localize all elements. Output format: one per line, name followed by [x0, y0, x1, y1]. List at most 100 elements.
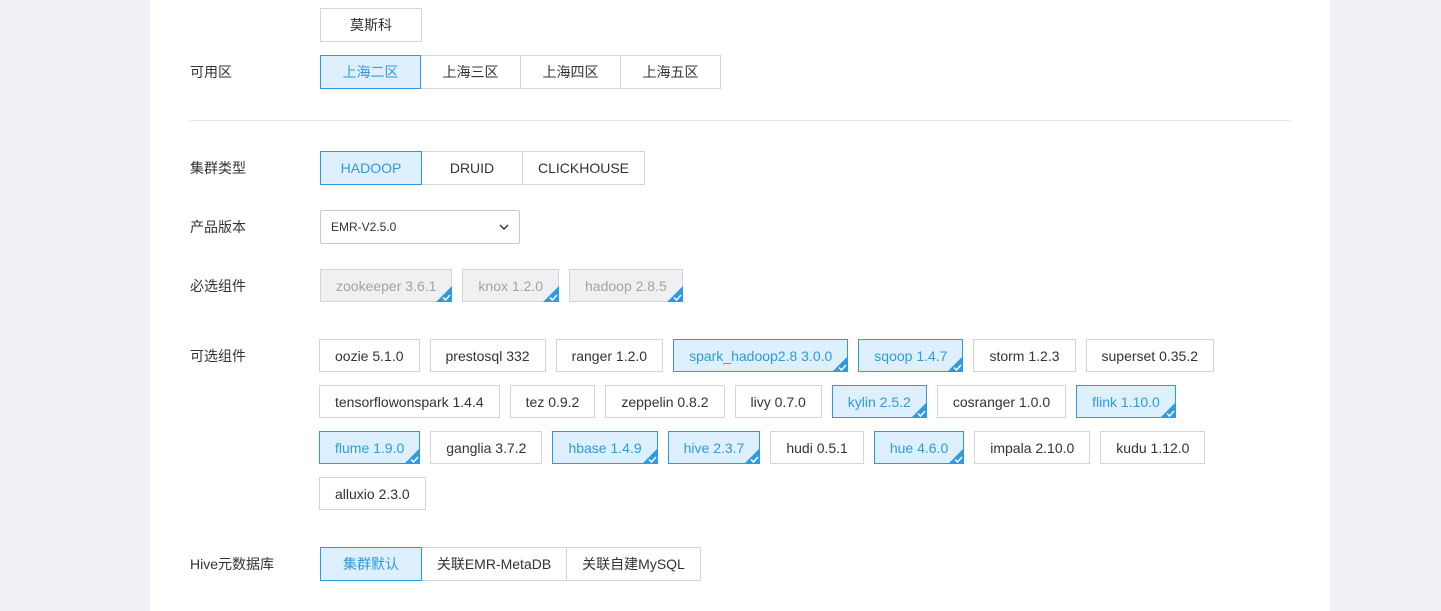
hive-meta-mysql[interactable]: 关联自建MySQL: [566, 547, 701, 581]
optional-component-chip[interactable]: spark_hadoop2.8 3.0.0: [673, 339, 849, 372]
hive-meta-label: Hive元数据库: [190, 556, 275, 572]
cluster-type-label: 集群类型: [190, 160, 246, 176]
optional-component-chip[interactable]: alluxio 2.3.0: [319, 477, 426, 510]
component-label: cosranger 1.0.0: [952, 393, 1051, 410]
component-label: storm 1.2.3: [989, 347, 1060, 364]
component-label: tez 0.9.2: [525, 393, 580, 410]
component-label: hue 4.6.0: [889, 439, 949, 456]
zone-label: 可用区: [190, 64, 232, 80]
region-option-label: 莫斯科: [350, 17, 392, 33]
check-corner-icon: [947, 356, 964, 372]
zone-option-4[interactable]: 上海五区: [620, 55, 721, 89]
zone-option-label: 上海四区: [542, 64, 599, 80]
check-corner-icon: [404, 448, 421, 464]
component-label: zeppelin 0.8.2: [621, 393, 709, 410]
optional-row: tensorflowonspark 1.4.4 tez 0.9.2 zeppelin…: [319, 385, 1186, 418]
optional-component-chip[interactable]: hudi 0.5.1: [770, 431, 864, 464]
component-label: livy 0.7.0: [750, 393, 806, 410]
component-label: ranger 1.2.0: [571, 347, 648, 364]
optional-component-chip[interactable]: livy 0.7.0: [734, 385, 822, 418]
optional-component-chip[interactable]: superset 0.35.2: [1085, 339, 1215, 372]
check-corner-icon: [543, 286, 560, 302]
check-corner-icon: [832, 356, 849, 372]
optional-component-chip[interactable]: impala 2.10.0: [974, 431, 1091, 464]
cluster-type-option-label: HADOOP: [340, 160, 402, 176]
component-label: alluxio 2.3.0: [335, 485, 410, 502]
check-corner-icon: [641, 448, 658, 464]
component-label: ganglia 3.7.2: [446, 439, 527, 456]
required-component-chip: hadoop 2.8.5: [569, 269, 683, 302]
check-corner-icon: [436, 286, 453, 302]
component-label: superset 0.35.2: [1101, 347, 1199, 364]
optional-component-chip[interactable]: sqoop 1.4.7: [858, 339, 964, 372]
optional-component-chip[interactable]: ranger 1.2.0: [555, 339, 664, 372]
required-components: zookeeper 3.6.1 knox 1.2.0 hadoop 2.8.5: [320, 269, 693, 302]
check-corner-icon: [910, 402, 927, 418]
optional-component-chip[interactable]: hue 4.6.0: [873, 431, 965, 464]
optional-component-chip[interactable]: zeppelin 0.8.2: [605, 385, 725, 418]
optional-component-chip[interactable]: tensorflowonspark 1.4.4: [319, 385, 500, 418]
check-corner-icon: [1159, 402, 1176, 418]
chevron-down-icon: [499, 222, 509, 232]
hive-meta-segmented: 集群默认 关联EMR-MetaDB 关联自建MySQL: [320, 547, 701, 581]
config-panel: 莫斯科 可用区 上海二区 上海三区 上海四区 上海五区 集群类型 HADOOP …: [150, 0, 1330, 611]
optional-row: flume 1.9.0 ganglia 3.7.2 hbase 1.4.9 hive …: [319, 431, 1215, 464]
hive-meta-default[interactable]: 集群默认: [320, 547, 422, 581]
section-divider: [190, 120, 1290, 121]
optional-component-chip[interactable]: prestosql 332: [429, 339, 546, 372]
optional-component-chip[interactable]: flink 1.10.0: [1076, 385, 1176, 418]
zone-option-label: 上海三区: [442, 64, 499, 80]
cluster-type-option-label: CLICKHOUSE: [537, 160, 630, 176]
component-label: spark_hadoop2.8 3.0.0: [689, 347, 833, 364]
optional-row: oozie 5.1.0 prestosql 332 ranger 1.2.0 spar…: [319, 339, 1224, 372]
required-component-chip: knox 1.2.0: [462, 269, 560, 302]
component-label: sqoop 1.4.7: [874, 347, 948, 364]
component-label: zookeeper 3.6.1: [336, 277, 437, 294]
optional-row: alluxio 2.3.0: [319, 477, 436, 510]
component-label: knox 1.2.0: [478, 277, 544, 294]
cluster-type-option-label: DRUID: [449, 160, 495, 176]
component-label: hadoop 2.8.5: [585, 277, 667, 294]
cluster-type-hadoop[interactable]: HADOOP: [320, 151, 422, 185]
optional-component-chip[interactable]: hbase 1.4.9: [552, 431, 658, 464]
zone-option-3[interactable]: 上海四区: [520, 55, 621, 89]
optional-component-chip[interactable]: oozie 5.1.0: [319, 339, 420, 372]
component-label: hbase 1.4.9: [568, 439, 642, 456]
zone-option-1[interactable]: 上海二区: [320, 55, 421, 89]
component-label: tensorflowonspark 1.4.4: [335, 393, 484, 410]
check-corner-icon: [948, 448, 965, 464]
component-label: kylin 2.5.2: [847, 393, 911, 410]
optional-component-chip[interactable]: ganglia 3.7.2: [430, 431, 543, 464]
zone-option-label: 上海二区: [342, 64, 399, 80]
optional-label: 可选组件: [190, 348, 246, 364]
check-corner-icon: [744, 448, 761, 464]
hive-meta-option-label: 关联EMR-MetaDB: [436, 556, 552, 572]
hive-meta-emr-metadb[interactable]: 关联EMR-MetaDB: [421, 547, 567, 581]
component-label: oozie 5.1.0: [335, 347, 404, 364]
component-label: impala 2.10.0: [990, 439, 1075, 456]
required-label: 必选组件: [190, 278, 246, 294]
zone-option-2[interactable]: 上海三区: [420, 55, 521, 89]
version-label: 产品版本: [190, 219, 246, 235]
hive-meta-option-label: 关联自建MySQL: [582, 556, 685, 572]
component-label: hive 2.3.7: [683, 439, 745, 456]
optional-component-chip[interactable]: tez 0.9.2: [509, 385, 596, 418]
zone-segmented: 上海二区 上海三区 上海四区 上海五区: [320, 55, 721, 89]
version-select[interactable]: EMR-V2.5.0: [320, 210, 520, 244]
component-label: prestosql 332: [445, 347, 530, 364]
zone-option-label: 上海五区: [642, 64, 699, 80]
component-label: kudu 1.12.0: [1116, 439, 1190, 456]
optional-component-chip[interactable]: cosranger 1.0.0: [936, 385, 1067, 418]
cluster-type-clickhouse[interactable]: CLICKHOUSE: [522, 151, 645, 185]
component-label: flink 1.10.0: [1092, 393, 1160, 410]
cluster-type-segmented: HADOOP DRUID CLICKHOUSE: [320, 151, 645, 185]
optional-component-chip[interactable]: kylin 2.5.2: [831, 385, 927, 418]
cluster-type-druid[interactable]: DRUID: [421, 151, 523, 185]
optional-component-chip[interactable]: kudu 1.12.0: [1100, 431, 1206, 464]
hive-meta-option-label: 集群默认: [343, 556, 399, 572]
region-option-moscow[interactable]: 莫斯科: [320, 8, 422, 42]
optional-component-chip[interactable]: hive 2.3.7: [667, 431, 761, 464]
optional-component-chip[interactable]: flume 1.9.0: [319, 431, 421, 464]
version-select-value: EMR-V2.5.0: [331, 220, 397, 234]
optional-component-chip[interactable]: storm 1.2.3: [973, 339, 1076, 372]
